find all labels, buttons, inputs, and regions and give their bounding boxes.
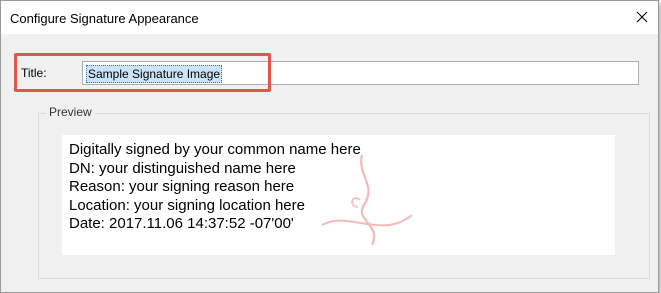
close-button[interactable] — [630, 5, 654, 29]
preview-text-block: Digitally signed by your common name her… — [69, 141, 361, 234]
annotation-highlight-box — [14, 53, 271, 92]
preview-line: Location: your signing location here — [69, 196, 305, 214]
preview-line: Digitally signed by your common name her… — [69, 141, 361, 158]
title-bar[interactable]: Configure Signature Appearance — [1, 1, 658, 34]
close-icon — [636, 11, 648, 23]
preview-line: DN: your distinguished name here — [69, 159, 296, 177]
dialog-title: Configure Signature Appearance — [10, 11, 199, 26]
preview-line: Date: 2017.11.06 14:37:52 -07'00' — [69, 215, 294, 232]
signature-preview: Digitally signed by your common name her… — [62, 135, 615, 255]
preview-line: Reason: your signing reason here — [69, 178, 295, 195]
dialog-window: Configure Signature Appearance Title: Sa… — [0, 0, 659, 293]
preview-group-label: Preview — [46, 105, 95, 119]
